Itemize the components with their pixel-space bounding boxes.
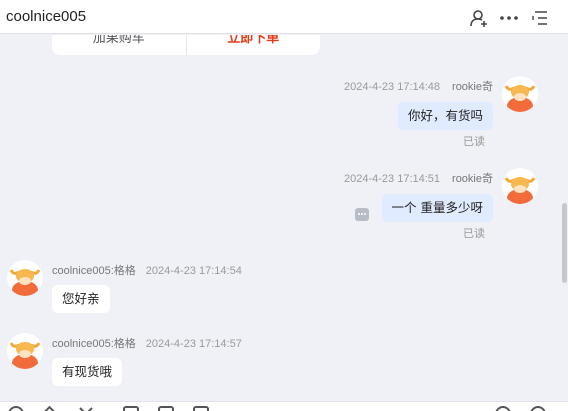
- buy-now-button[interactable]: 立即下单: [187, 35, 321, 55]
- message-bubble[interactable]: 您好亲: [52, 285, 110, 313]
- message-time: 2024-4-23 17:14:48: [344, 81, 441, 93]
- image-icon[interactable]: [41, 405, 58, 411]
- avatar[interactable]: [7, 333, 43, 369]
- message-bubble[interactable]: 你好，有货吗: [397, 102, 493, 130]
- bull-avatar-icon: [504, 177, 536, 204]
- read-status: 已读: [463, 227, 485, 240]
- add-contact-icon[interactable]: [469, 8, 489, 28]
- bull-avatar-icon: [9, 342, 41, 369]
- message-bubble[interactable]: 一个 重量多少呀: [381, 194, 493, 222]
- avatar[interactable]: [7, 260, 43, 296]
- more-options-icon[interactable]: [499, 8, 519, 28]
- message-sender: rookie奇: [452, 173, 493, 185]
- message-meta: 2024-4-23 17:14:51 rookie奇: [344, 170, 493, 186]
- message-list: 加果购车 立即下单 2024-4-23 17:14:48 rookie奇 你好，有…: [0, 35, 560, 401]
- history-icon[interactable]: [193, 406, 209, 411]
- scrollbar-thumb[interactable]: [562, 203, 567, 283]
- message-sender: rookie奇: [452, 81, 493, 93]
- chat-title: coolnice005: [6, 8, 87, 25]
- product-card-actions: 加果购车 立即下单: [52, 35, 320, 55]
- menu-list-icon[interactable]: [530, 8, 550, 28]
- message-time: 2024-4-23 17:14:54: [145, 265, 242, 277]
- chat-scrollbar[interactable]: [561, 35, 568, 401]
- message-sender: coolnice005:格格: [52, 338, 136, 350]
- settings-icon[interactable]: [495, 406, 511, 411]
- message-time: 2024-4-23 17:14:57: [145, 338, 242, 350]
- chat-header: coolnice005: [0, 0, 568, 34]
- message-options-icon[interactable]: [355, 208, 369, 221]
- message-meta: coolnice005:格格 2024-4-23 17:14:54: [52, 262, 242, 278]
- bull-avatar-icon: [9, 269, 41, 296]
- message-meta: coolnice005:格格 2024-4-23 17:14:57: [52, 335, 242, 351]
- file-icon[interactable]: [158, 406, 174, 411]
- message-sender: coolnice005:格格: [52, 265, 136, 277]
- avatar[interactable]: [502, 168, 538, 204]
- folder-icon[interactable]: [123, 406, 139, 411]
- message-time: 2024-4-23 17:14:51: [344, 173, 441, 185]
- help-icon[interactable]: [530, 406, 546, 411]
- message-bubble[interactable]: 有现货哦: [52, 358, 123, 386]
- scissors-icon[interactable]: [78, 406, 94, 411]
- avatar[interactable]: [502, 76, 538, 112]
- bull-avatar-icon: [504, 85, 536, 112]
- input-toolbar: [0, 401, 568, 411]
- emoji-icon[interactable]: [8, 406, 24, 411]
- message-meta: 2024-4-23 17:14:48 rookie奇: [344, 78, 493, 94]
- read-status: 已读: [463, 135, 485, 148]
- add-to-cart-button[interactable]: 加果购车: [52, 35, 187, 55]
